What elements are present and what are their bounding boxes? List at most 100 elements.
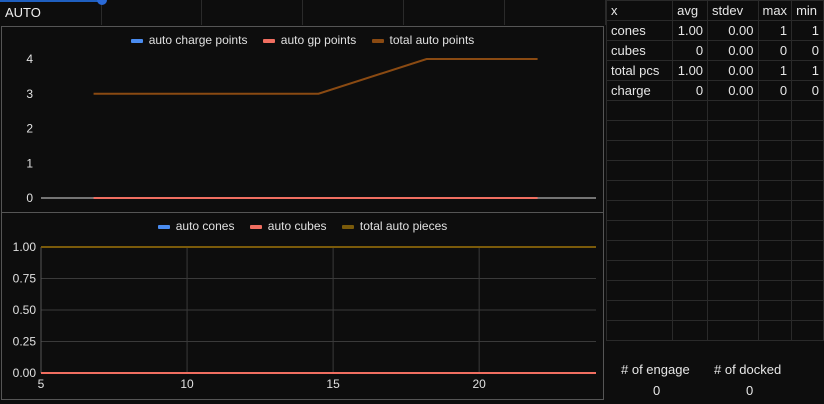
table-cell <box>757 240 793 261</box>
table-cell <box>672 200 709 221</box>
x-tick-label: 10 <box>180 377 194 391</box>
table-cell <box>791 100 824 121</box>
table-cell <box>757 260 793 281</box>
stats-table: x avg stdev max min cones 1.00 0.00 1 1 cubes 0 0.00… <box>605 0 824 341</box>
header-cell <box>303 0 404 25</box>
y-tick-label: 1.00 <box>13 240 37 254</box>
table-cell <box>605 180 674 201</box>
table-cell <box>605 220 674 241</box>
table-cell <box>757 100 793 121</box>
table-cell <box>791 220 824 241</box>
header-cell <box>202 0 303 25</box>
chart-auto-pieces: auto cones auto cubes total auto pieces … <box>1 212 604 400</box>
table-cell <box>707 100 759 121</box>
table-row <box>605 180 824 201</box>
table-cell: cones <box>605 20 674 41</box>
table-cell <box>791 320 824 341</box>
table-cell <box>707 320 759 341</box>
table-cell <box>605 100 674 121</box>
y-tick-label: 0.75 <box>13 272 37 286</box>
table-cell <box>672 240 709 261</box>
column-header: x <box>605 0 674 21</box>
column-header: stdev <box>707 0 759 21</box>
table-cell <box>707 240 759 261</box>
header-cell <box>404 0 505 25</box>
table-cell <box>672 260 709 281</box>
table-cell <box>791 120 824 141</box>
y-tick-label: 1 <box>26 156 33 170</box>
table-cell <box>757 300 793 321</box>
table-cell <box>791 240 824 261</box>
table-cell <box>707 120 759 141</box>
table-cell <box>672 300 709 321</box>
chart-top-plot: 0 1 2 3 4 <box>26 52 596 205</box>
table-cell <box>757 180 793 201</box>
table-cell: 0 <box>791 40 824 61</box>
table-cell <box>707 140 759 161</box>
table-cell: 0.00 <box>707 80 759 101</box>
table-row <box>605 140 824 161</box>
selection-bar <box>0 0 102 2</box>
stats-header-row: x avg stdev max min <box>605 0 824 21</box>
column-header: max <box>757 0 793 21</box>
y-tick-label: 0.00 <box>13 366 37 380</box>
table-cell: 1 <box>791 20 824 41</box>
table-cell <box>605 140 674 161</box>
table-cell <box>605 260 674 281</box>
table-cell <box>707 280 759 301</box>
table-row <box>605 120 824 141</box>
table-cell <box>757 140 793 161</box>
table-row <box>605 320 824 341</box>
table-cell <box>707 200 759 221</box>
table-cell: 1 <box>757 60 793 81</box>
table-cell <box>791 180 824 201</box>
y-tick-label: 0.25 <box>13 335 37 349</box>
engage-value: 0 <box>653 383 661 398</box>
chart-bottom-plot: 0.00 0.25 0.50 0.75 1.00 5 10 15 20 <box>13 240 596 391</box>
table-cell <box>672 100 709 121</box>
table-cell: charge <box>605 80 674 101</box>
table-row <box>605 260 824 281</box>
table-row: charge 0 0.00 0 0 <box>605 80 824 101</box>
table-cell: 1.00 <box>672 60 709 81</box>
table-cell <box>605 160 674 181</box>
table-cell <box>672 120 709 141</box>
table-cell: total pcs <box>605 60 674 81</box>
y-tick-label: 0 <box>26 191 33 205</box>
table-cell <box>672 280 709 301</box>
docked-value: 0 <box>746 383 754 398</box>
stats-panel: x avg stdev max min cones 1.00 0.00 1 1 cubes 0 0.00… <box>605 0 824 404</box>
docked-label: # of docked <box>714 362 782 377</box>
series-line <box>93 58 538 95</box>
table-cell: 1 <box>791 60 824 81</box>
table-row <box>605 200 824 221</box>
table-cell <box>707 220 759 241</box>
header-cell <box>505 0 606 25</box>
table-cell: 0.00 <box>707 60 759 81</box>
x-tick-label: 20 <box>472 377 486 391</box>
table-cell: 0.00 <box>707 20 759 41</box>
table-row: total pcs 1.00 0.00 1 1 <box>605 60 824 81</box>
table-cell <box>757 160 793 181</box>
table-cell <box>707 160 759 181</box>
table-cell <box>605 120 674 141</box>
table-cell: 0.00 <box>707 40 759 61</box>
engage-label: # of engage <box>621 362 690 377</box>
table-cell: 1.00 <box>672 20 709 41</box>
table-cell <box>791 140 824 161</box>
table-cell <box>672 320 709 341</box>
y-tick-label: 3 <box>26 87 33 101</box>
table-row <box>605 300 824 321</box>
chart-auto-points: auto charge points auto gp points total … <box>1 26 604 213</box>
table-cell <box>757 120 793 141</box>
header-strip: AUTO <box>0 0 606 25</box>
table-cell <box>605 300 674 321</box>
table-cell <box>605 320 674 341</box>
table-cell <box>791 300 824 321</box>
column-header: min <box>791 0 824 21</box>
table-cell <box>707 180 759 201</box>
table-cell <box>672 220 709 241</box>
table-cell: 1 <box>757 20 793 41</box>
table-cell <box>791 160 824 181</box>
table-cell <box>757 320 793 341</box>
